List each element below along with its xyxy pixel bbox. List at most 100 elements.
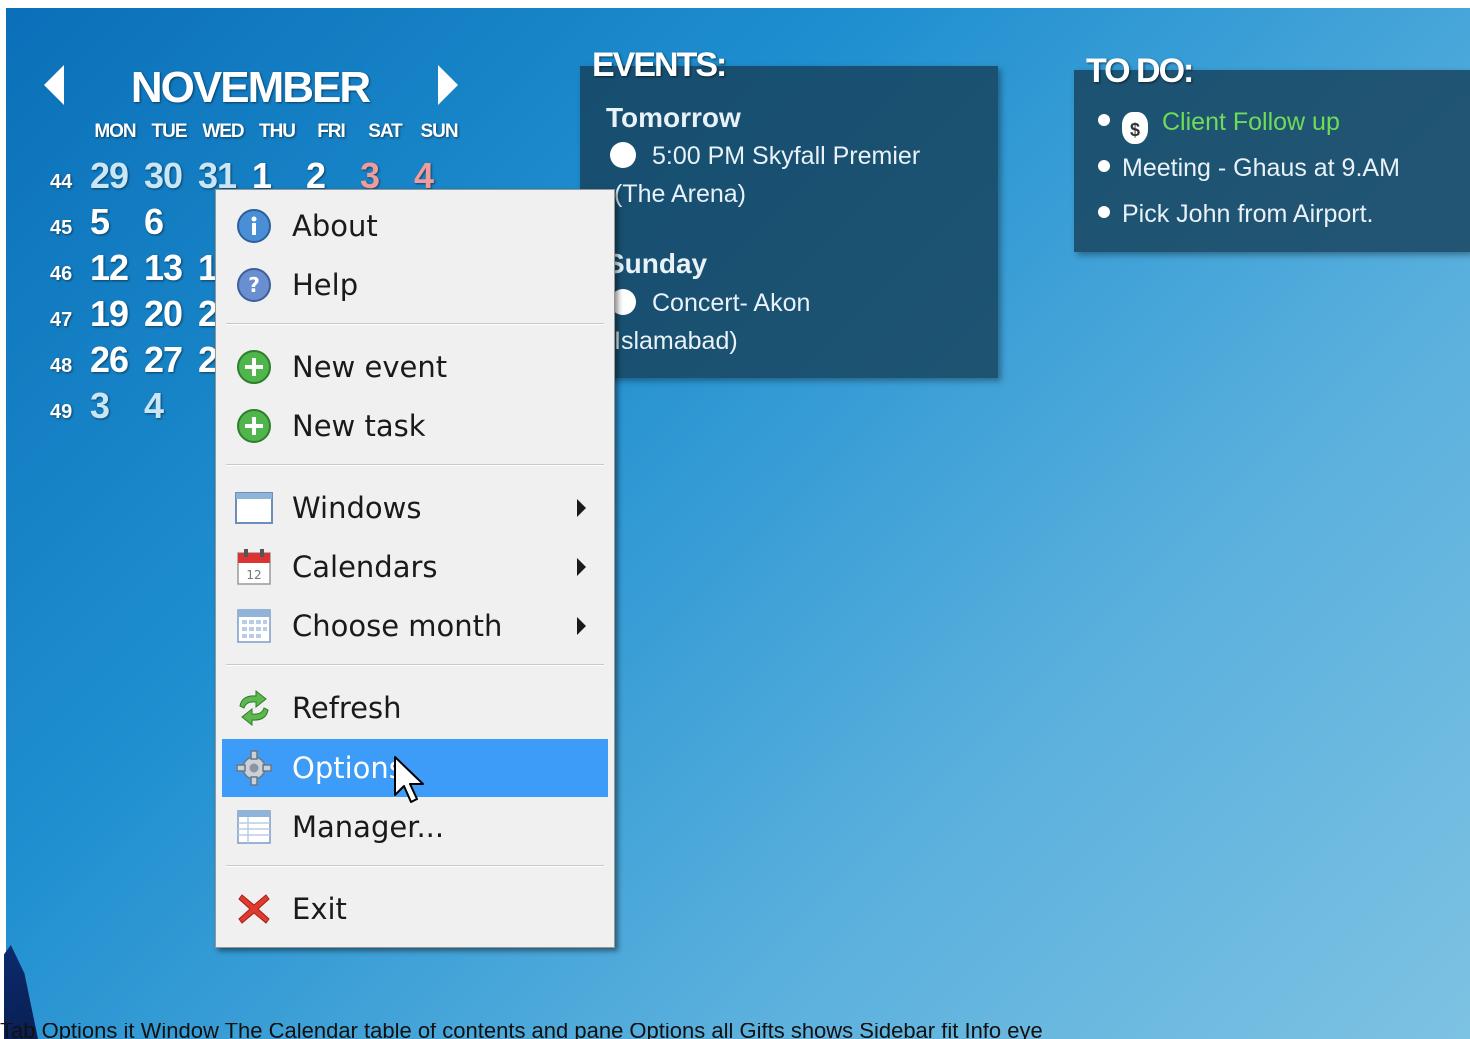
event-text: 5:00 PM Skyfall Premier xyxy=(652,142,921,170)
event-item-continuation: (The Arena) xyxy=(614,180,747,208)
event-item[interactable]: 5:00 PM Skyfall Premier xyxy=(610,138,920,175)
menu-item-new-task[interactable]: New task xyxy=(222,397,608,455)
calendar-day[interactable]: 26 xyxy=(90,339,144,381)
menu-item-label: Manager... xyxy=(292,810,445,844)
calendar-day[interactable]: 5 xyxy=(90,201,144,243)
event-item[interactable]: Concert- Akon xyxy=(610,285,810,322)
calendar-week-row: 49 3 4 xyxy=(50,385,198,427)
calendar-day[interactable]: 19 xyxy=(90,293,144,335)
plus-icon xyxy=(234,347,274,387)
weekday-label: THU xyxy=(258,121,296,142)
menu-item-label: New task xyxy=(292,409,426,443)
todo-bullet-icon xyxy=(1098,206,1110,218)
window-icon xyxy=(234,488,274,528)
menu-item-label: Options xyxy=(292,751,404,785)
menu-item-label: Calendars xyxy=(292,550,438,584)
calendar-day[interactable]: 30 xyxy=(144,155,198,197)
events-title: EVENTS: xyxy=(592,46,727,84)
menu-item-label: Refresh xyxy=(292,691,402,725)
menu-item-help[interactable]: ? Help xyxy=(222,256,608,314)
refresh-icon xyxy=(234,688,274,728)
menu-separator xyxy=(226,323,604,325)
menu-item-label: Windows xyxy=(292,491,422,525)
money-bag-icon: $ xyxy=(1122,112,1148,144)
todo-item[interactable]: $ Client Follow up xyxy=(1098,108,1340,144)
menu-separator xyxy=(226,464,604,466)
weekday-header: MON TUE WED THU FRI SAT SUN xyxy=(88,121,466,143)
menu-item-label: Exit xyxy=(292,892,347,926)
event-text: Concert- Akon xyxy=(652,289,811,317)
previous-month-icon[interactable] xyxy=(44,65,64,105)
svg-text:12: 12 xyxy=(246,568,261,582)
menu-item-about[interactable]: About xyxy=(222,197,608,255)
menu-item-label: New event xyxy=(292,350,448,384)
left-border xyxy=(0,0,6,1039)
todo-title: TO DO: xyxy=(1086,52,1194,90)
table-icon xyxy=(234,807,274,847)
menu-item-windows[interactable]: Windows xyxy=(222,479,608,537)
bottom-ticker-text: Tab Options it Window The Calendar table… xyxy=(0,1023,1043,1039)
calendar-day[interactable]: 13 xyxy=(144,247,198,289)
weekday-label: TUE xyxy=(151,121,188,142)
weekday-label: SAT xyxy=(368,121,403,142)
menu-item-label: About xyxy=(292,209,378,243)
todo-text: Meeting - Ghaus at 9.AM xyxy=(1122,154,1400,182)
submenu-arrow-icon xyxy=(577,617,586,635)
context-menu: About ? Help New event New task Windows … xyxy=(215,189,615,948)
menu-separator xyxy=(226,664,604,666)
calendar-icon: 12 xyxy=(234,547,274,587)
todo-text: Pick John from Airport. xyxy=(1122,200,1374,228)
menu-item-label: Choose month xyxy=(292,609,503,643)
event-bullet-icon xyxy=(610,142,636,168)
gear-icon xyxy=(234,748,274,788)
week-number: 49 xyxy=(50,401,73,423)
menu-item-exit[interactable]: Exit xyxy=(222,880,608,938)
event-day-heading: Tomorrow xyxy=(606,102,741,133)
calendar-day[interactable]: 6 xyxy=(144,201,198,243)
plus-icon xyxy=(234,406,274,446)
menu-item-refresh[interactable]: Refresh xyxy=(222,679,608,737)
event-item-continuation: Islamabad) xyxy=(614,327,738,355)
menu-item-label: Help xyxy=(292,268,359,302)
close-icon xyxy=(234,889,274,929)
menu-item-manager[interactable]: Manager... xyxy=(222,798,608,856)
menu-item-new-event[interactable]: New event xyxy=(222,338,608,396)
calendar-month-title: NOVEMBER xyxy=(130,63,371,112)
week-number: 44 xyxy=(50,171,73,193)
week-number: 47 xyxy=(50,309,73,331)
next-month-icon[interactable] xyxy=(438,65,458,105)
todo-text: Client Follow up xyxy=(1162,108,1340,136)
calendar-day[interactable]: 27 xyxy=(144,339,198,381)
todo-panel: $ Client Follow up Meeting - Ghaus at 9.A… xyxy=(1074,70,1470,252)
submenu-arrow-icon xyxy=(577,558,586,576)
todo-item[interactable]: Meeting - Ghaus at 9.AM xyxy=(1098,154,1400,183)
todo-item[interactable]: Pick John from Airport. xyxy=(1098,200,1373,229)
week-number: 46 xyxy=(50,263,73,285)
calendar-week-row: 45 5 6 xyxy=(50,201,198,243)
todo-bullet-icon xyxy=(1098,114,1110,126)
menu-separator xyxy=(226,865,604,867)
calendar-day[interactable]: 3 xyxy=(90,385,144,427)
week-number: 45 xyxy=(50,217,73,239)
calendar-day[interactable]: 4 xyxy=(144,385,198,427)
svg-text:?: ? xyxy=(248,273,260,297)
weekday-label: MON xyxy=(94,121,136,142)
todo-bullet-icon xyxy=(1098,160,1110,172)
calendar-day[interactable]: 12 xyxy=(90,247,144,289)
mouse-pointer-icon xyxy=(394,756,424,803)
weekday-label: SUN xyxy=(420,121,458,142)
top-border xyxy=(0,0,1470,8)
menu-item-choose-month[interactable]: Choose month xyxy=(222,597,608,655)
calendar-day[interactable]: 29 xyxy=(90,155,144,197)
week-number: 48 xyxy=(50,355,73,377)
weekday-label: WED xyxy=(202,121,244,142)
info-icon xyxy=(234,206,274,246)
month-grid-icon xyxy=(234,606,274,646)
calendar-day[interactable]: 20 xyxy=(144,293,198,335)
events-panel: Tomorrow 5:00 PM Skyfall Premier (The Ar… xyxy=(580,66,998,378)
help-icon: ? xyxy=(234,265,274,305)
event-day-heading: Sunday xyxy=(606,248,708,279)
weekday-label: FRI xyxy=(317,121,346,142)
submenu-arrow-icon xyxy=(577,499,586,517)
menu-item-calendars[interactable]: 12 Calendars xyxy=(222,538,608,596)
